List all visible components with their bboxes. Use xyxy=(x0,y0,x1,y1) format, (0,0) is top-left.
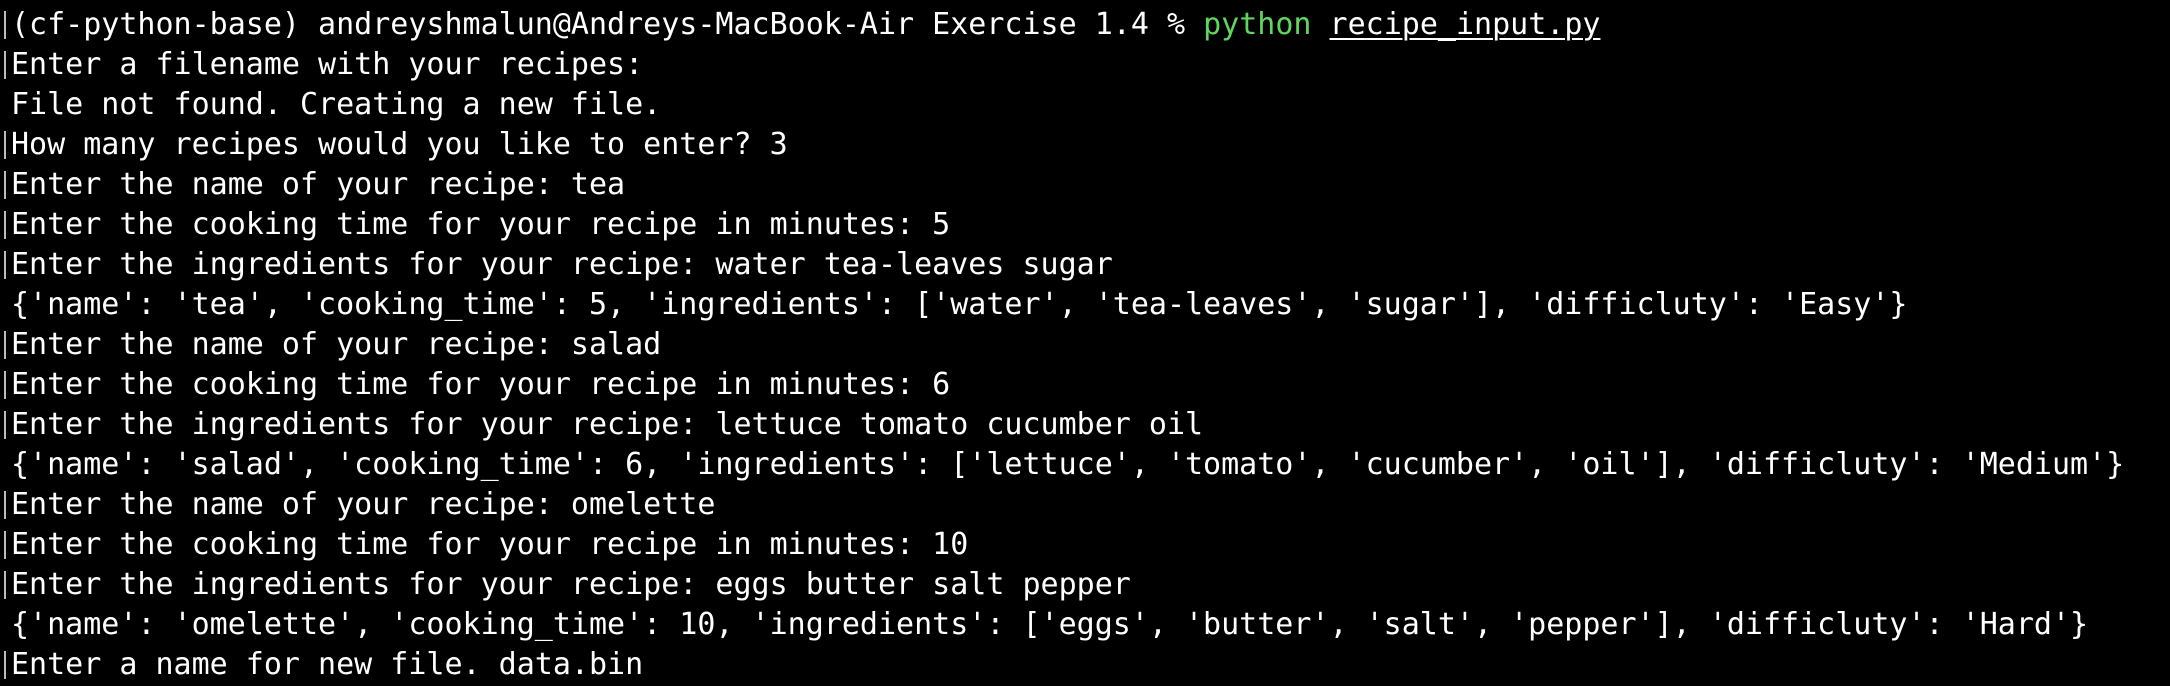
output-line: How many recipes would you like to enter… xyxy=(0,125,2170,165)
output-line: Enter the name of your recipe: tea xyxy=(0,165,2170,205)
prompt-user-host: andreyshmalun@Andreys-MacBook-Air xyxy=(318,7,915,42)
output-line: {'name': 'tea', 'cooking_time': 5, 'ingr… xyxy=(11,287,1908,322)
output-line: Enter the name of your recipe: omelette xyxy=(0,485,2170,525)
output-line: Enter the ingredients for your recipe: w… xyxy=(0,245,2170,285)
output-line: Enter a filename with your recipes: xyxy=(0,45,2170,85)
output-line: {'name': 'salad', 'cooking_time': 6, 'in… xyxy=(11,447,2125,482)
output-line: Enter the cooking time for your recipe i… xyxy=(0,205,2170,245)
output-line: File not found. Creating a new file. xyxy=(11,87,662,122)
output-line: Enter the ingredients for your recipe: e… xyxy=(0,565,2170,605)
output-line: {'name': 'omelette', 'cooking_time': 10,… xyxy=(11,607,2089,642)
terminal-window[interactable]: (cf-python-base) andreyshmalun@Andreys-M… xyxy=(0,0,2170,686)
output-line: Enter the ingredients for your recipe: l… xyxy=(0,405,2170,445)
output-line: Enter the cooking time for your recipe i… xyxy=(0,365,2170,405)
prompt-command: python xyxy=(1203,7,1312,42)
output-line: Enter the cooking time for your recipe i… xyxy=(0,525,2170,565)
prompt-line: (cf-python-base) andreyshmalun@Andreys-M… xyxy=(0,5,2170,45)
input-line[interactable]: Enter a name for new file. data.bin xyxy=(0,645,2170,685)
output-line: Enter the name of your recipe: salad xyxy=(0,325,2170,365)
prompt-env: (cf-python-base) xyxy=(11,7,300,42)
prompt-symbol: % xyxy=(1166,7,1186,42)
prompt-argument[interactable]: recipe_input.py xyxy=(1330,7,1601,42)
prompt-cwd: Exercise 1.4 xyxy=(932,7,1149,42)
